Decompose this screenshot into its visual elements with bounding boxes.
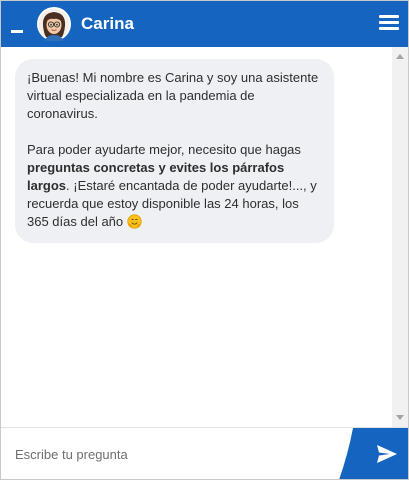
- scroll-down-arrow-icon[interactable]: [396, 415, 404, 420]
- chat-title: Carina: [81, 14, 134, 33]
- message-text-start: Para poder ayudarte mejor, necesito que …: [27, 142, 301, 157]
- chat-widget: Carina ¡Buenas! Mi nombre es Carina y so…: [0, 0, 409, 480]
- question-input[interactable]: [1, 428, 345, 479]
- hugging-face-emoji-icon: [127, 214, 142, 229]
- chat-header: Carina: [1, 1, 408, 47]
- send-button[interactable]: [339, 428, 409, 480]
- avatar: [37, 7, 71, 41]
- message-paragraph-2: Para poder ayudarte mejor, necesito que …: [27, 141, 322, 231]
- hamburger-menu-icon[interactable]: [379, 15, 399, 31]
- chat-messages-area: ¡Buenas! Mi nombre es Carina y soy una a…: [1, 47, 392, 427]
- message-text-end: . ¡Estaré encantada de poder ayudarte!..…: [27, 178, 317, 229]
- chat-scrollbar[interactable]: [392, 47, 408, 427]
- scroll-up-arrow-icon[interactable]: [396, 54, 404, 59]
- minimize-icon[interactable]: [11, 30, 23, 33]
- bot-message-bubble: ¡Buenas! Mi nombre es Carina y soy una a…: [15, 59, 334, 243]
- message-paragraph-1: ¡Buenas! Mi nombre es Carina y soy una a…: [27, 70, 319, 121]
- chat-footer: [1, 427, 409, 480]
